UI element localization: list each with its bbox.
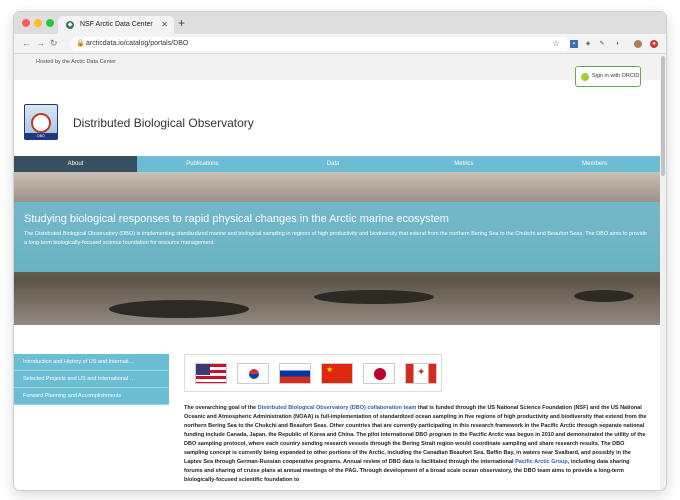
sidebar-item-selected-projects[interactable]: Selected Projects and US and Internation… — [14, 371, 169, 388]
hosted-by-banner: Hosted by the Arctic Data Center — [14, 54, 660, 80]
close-tab-icon[interactable]: ✕ — [161, 20, 168, 29]
menu-item-about[interactable]: About — [14, 156, 137, 172]
sidebar-item-introduction[interactable]: Introduction and History of US and Inter… — [14, 354, 169, 371]
orcid-signin-button[interactable]: Sign in with ORCID — [575, 66, 641, 87]
hero-banner: Studying biological responses to rapid p… — [14, 172, 660, 325]
usa-flag-icon — [195, 363, 227, 384]
country-flags-panel: ★ ✦ — [184, 354, 442, 392]
logo-emblem-icon — [31, 113, 51, 133]
new-tab-button[interactable]: + — [178, 16, 185, 30]
japan-flag-icon — [363, 363, 395, 384]
orcid-icon — [581, 73, 589, 81]
tab-title: NSF Arctic Data Center — [80, 21, 153, 28]
korea-flag-icon — [237, 363, 269, 384]
about-paragraph: The overarching goal of the Distributed … — [184, 404, 647, 485]
address-bar: ← → ↻ 🔒 arcticdata.io/catalog/portals/DB… — [14, 34, 666, 54]
logo-caption: DBO — [25, 133, 57, 139]
browser-tab[interactable]: ◆ NSF Arctic Data Center ✕ — [58, 16, 174, 34]
russia-flag-icon — [279, 363, 311, 384]
favicon-icon: ◆ — [66, 21, 74, 29]
forward-icon[interactable]: → — [36, 38, 45, 48]
menu-item-members[interactable]: Members — [529, 156, 660, 172]
canada-flag-icon: ✦ — [405, 363, 437, 384]
extension-icon[interactable]: ◈ — [584, 40, 592, 48]
back-icon[interactable]: ← — [22, 38, 31, 48]
hero-walrus-shape — [314, 290, 434, 304]
site-title: Distributed Biological Observatory — [73, 116, 254, 130]
page-scrollbar[interactable] — [660, 54, 666, 490]
reload-icon[interactable]: ↻ — [50, 38, 58, 49]
extension-icon[interactable]: ◐ — [614, 40, 622, 48]
hero-walrus-shape — [109, 300, 249, 318]
web-page: Hosted by the Arctic Data Center Sign in… — [14, 54, 660, 490]
browser-tab-bar: ◆ NSF Arctic Data Center ✕ + — [14, 12, 666, 34]
url-field[interactable]: 🔒 arcticdata.io/catalog/portals/DBO — [70, 37, 570, 51]
minimize-window-button[interactable] — [34, 19, 42, 27]
menu-item-publications[interactable]: Publications — [137, 156, 268, 172]
extension-icon[interactable]: ▪ — [570, 40, 578, 48]
scrollbar-thumb[interactable] — [661, 56, 665, 176]
browser-window: ◆ NSF Arctic Data Center ✕ + ← → ↻ 🔒 arc… — [14, 12, 666, 490]
extension-icon[interactable]: ● — [650, 40, 658, 48]
signin-label: Sign in with ORCID — [592, 73, 640, 79]
url-text: arcticdata.io/catalog/portals/DBO — [86, 40, 189, 47]
main-menu: About Publications Data Metrics Members — [14, 156, 660, 172]
close-window-button[interactable] — [22, 19, 30, 27]
paragraph-text: The overarching goal of the — [184, 405, 258, 411]
china-flag-icon: ★ — [321, 363, 353, 384]
sidebar-item-forward-planning[interactable]: Forward Planning and Accomplishments — [14, 388, 169, 405]
hero-walrus-shape — [574, 290, 634, 302]
menu-item-data[interactable]: Data — [268, 156, 399, 172]
menu-item-metrics[interactable]: Metrics — [399, 156, 530, 172]
sidebar-nav: Introduction and History of US and Inter… — [14, 354, 169, 405]
profile-avatar[interactable] — [634, 40, 642, 48]
bookmark-star-icon[interactable]: ☆ — [552, 40, 560, 48]
hero-heading: Studying biological responses to rapid p… — [24, 213, 449, 225]
dbo-team-link[interactable]: Distributed Biological Observatory (DBO)… — [258, 405, 417, 411]
extension-icon[interactable]: ✎ — [598, 40, 606, 48]
hero-description: The Distributed Biological Observatory (… — [24, 231, 647, 246]
paragraph-text: that is funded through the US National S… — [184, 405, 647, 465]
lock-icon: 🔒 — [76, 40, 85, 47]
dbo-logo[interactable]: DBO — [24, 104, 58, 140]
zoom-window-button[interactable] — [46, 19, 54, 27]
hero-text-band: Studying biological responses to rapid p… — [14, 202, 660, 272]
pacific-arctic-group-link[interactable]: Pacific Arctic Group — [515, 459, 568, 465]
